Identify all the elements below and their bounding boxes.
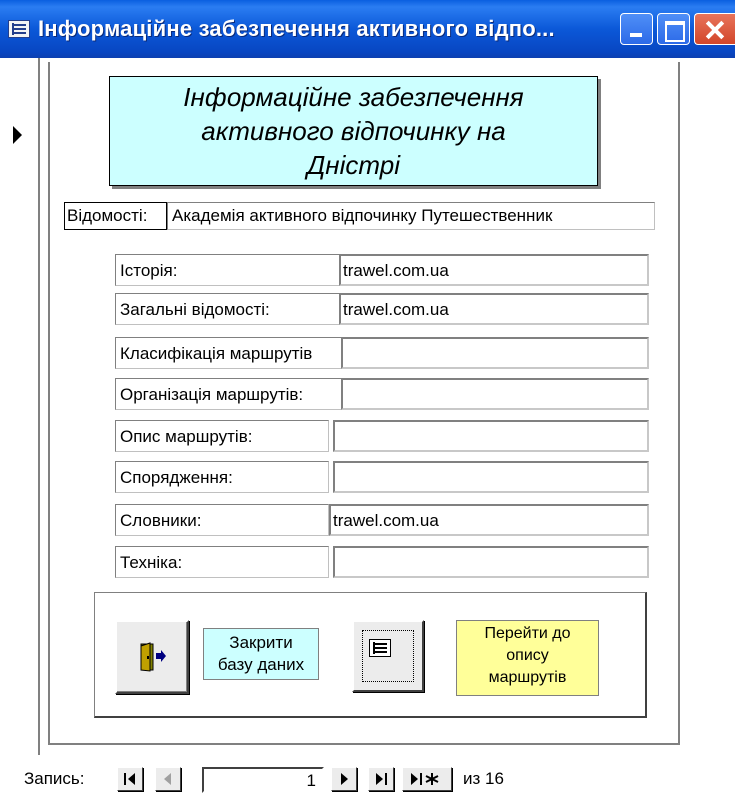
equipment-field[interactable] (333, 461, 649, 493)
history-field[interactable]: trawel.com.ua (339, 254, 649, 286)
form-heading: Інформаційне забезпечення активного відп… (109, 76, 598, 186)
close-database-button[interactable] (115, 620, 189, 694)
route-classification-label: Класифікація маршрутів (115, 337, 347, 369)
form-icon (8, 20, 30, 38)
route-description-label: Опис маршрутів: (115, 420, 329, 452)
open-routes-form-button[interactable] (352, 620, 424, 692)
route-description-field[interactable] (333, 420, 649, 452)
technique-field[interactable] (333, 546, 649, 578)
vidomosti-label: Відомості: (64, 202, 167, 230)
minimize-button[interactable] (620, 13, 653, 45)
current-record-arrow-icon (13, 126, 22, 144)
exit-door-icon (140, 642, 166, 672)
general-info-label: Загальні відомості: (115, 293, 347, 325)
vidomosti-field[interactable]: Академія активного відпочинку Путешестве… (167, 202, 655, 230)
window-title: Інформаційне забезпечення активного відп… (38, 16, 555, 41)
record-total: из 16 (463, 769, 504, 788)
last-record-button[interactable] (368, 767, 394, 791)
next-record-button[interactable] (331, 767, 357, 791)
close-database-label: Закрити базу даних (203, 628, 319, 680)
record-label: Запись: (24, 769, 85, 788)
route-organization-label: Організація маршрутів: (115, 378, 347, 410)
dictionaries-field[interactable]: trawel.com.ua (329, 504, 649, 536)
record-navigation-bar: Запись: 1 из 16 (0, 755, 735, 797)
first-record-button[interactable] (117, 767, 143, 791)
new-record-icon (411, 773, 439, 785)
form-icon (369, 639, 391, 657)
technique-label: Техніка: (115, 546, 329, 578)
previous-record-button[interactable] (155, 767, 181, 791)
current-record-field[interactable]: 1 (202, 767, 324, 793)
dictionaries-label: Словники: (115, 504, 329, 536)
general-info-field[interactable]: trawel.com.ua (339, 293, 649, 325)
goto-routes-label: Перейти до опису маршрутів (456, 620, 599, 696)
next-record-icon (341, 773, 348, 785)
window-titlebar[interactable]: Інформаційне забезпечення активного відп… (0, 0, 735, 58)
close-button[interactable] (694, 13, 735, 45)
first-record-icon (124, 773, 135, 785)
equipment-label: Спорядження: (115, 461, 329, 493)
new-record-button[interactable] (402, 767, 452, 791)
history-label: Історія: (115, 254, 347, 286)
route-classification-field[interactable] (341, 337, 649, 369)
previous-record-icon (164, 773, 171, 785)
route-organization-field[interactable] (341, 378, 649, 410)
maximize-button[interactable] (657, 13, 690, 45)
last-record-icon (376, 773, 387, 785)
record-selector[interactable] (0, 58, 40, 755)
